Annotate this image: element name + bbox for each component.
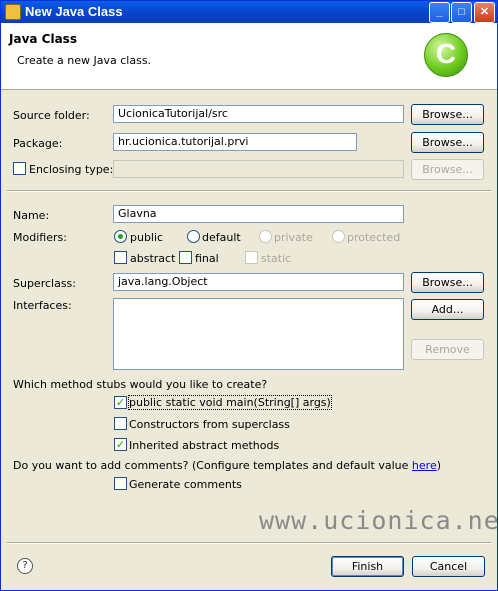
interfaces-add-button[interactable]: Add...: [411, 299, 484, 320]
superclass-browse-button[interactable]: Browse...: [411, 272, 484, 293]
configure-templates-link[interactable]: here: [412, 459, 437, 472]
generate-comments-checkbox[interactable]: [114, 477, 127, 490]
private-radio[interactable]: [259, 230, 272, 243]
protected-radio[interactable]: [332, 230, 345, 243]
interfaces-label: Interfaces:: [13, 299, 72, 312]
static-checkbox[interactable]: [245, 251, 258, 264]
cancel-button[interactable]: Cancel: [412, 556, 485, 577]
footer-separator: [7, 542, 491, 544]
maximize-button[interactable]: □: [451, 2, 472, 23]
inherited-methods-checkbox[interactable]: ✓: [114, 438, 127, 451]
help-icon[interactable]: ?: [17, 558, 33, 574]
wizard-title: Java Class: [9, 32, 77, 46]
inherited-methods-label: Inherited abstract methods: [129, 439, 280, 452]
source-folder-label: Source folder:: [13, 109, 90, 122]
title-bar[interactable]: New Java Class _ □ ✕: [1, 1, 497, 23]
name-label: Name:: [13, 209, 50, 222]
interfaces-list[interactable]: [113, 298, 404, 370]
abstract-checkbox-label: abstract: [130, 252, 176, 265]
enclosing-type-checkbox[interactable]: [13, 162, 26, 175]
enclosing-type-browse-button[interactable]: Browse...: [411, 159, 484, 180]
finish-button[interactable]: Finish: [331, 556, 404, 577]
constructors-checkbox[interactable]: [114, 417, 127, 430]
comments-question: Do you want to add comments? (Configure …: [13, 459, 441, 472]
package-input[interactable]: hr.ucionica.tutorijal.prvi: [113, 133, 357, 151]
window-title: New Java Class: [25, 4, 123, 19]
separator: [7, 190, 491, 192]
source-folder-browse-button[interactable]: Browse...: [411, 104, 484, 125]
enclosing-type-label: Enclosing type:: [29, 163, 114, 176]
main-method-label: public static void main(String[] args): [128, 395, 332, 410]
abstract-checkbox[interactable]: [114, 251, 127, 264]
default-radio-label: default: [202, 231, 241, 244]
wizard-header: Java Class Create a new Java class. C: [1, 23, 497, 90]
package-label: Package:: [13, 137, 63, 150]
public-radio[interactable]: [114, 230, 127, 243]
java-class-logo-icon: C: [424, 33, 468, 77]
window-app-icon: [5, 4, 21, 20]
enclosing-type-input[interactable]: [113, 160, 404, 178]
comments-question-text: Do you want to add comments? (Configure …: [13, 459, 412, 472]
constructors-label: Constructors from superclass: [129, 418, 290, 431]
superclass-label: Superclass:: [13, 277, 76, 290]
wizard-description: Create a new Java class.: [17, 54, 152, 67]
protected-radio-label: protected: [347, 231, 401, 244]
private-radio-label: private: [274, 231, 313, 244]
method-stubs-question: Which method stubs would you like to cre…: [13, 378, 268, 391]
minimize-button[interactable]: _: [429, 2, 450, 23]
package-browse-button[interactable]: Browse...: [411, 132, 484, 153]
watermark-text: www.ucionica.net: [259, 506, 498, 535]
generate-comments-label: Generate comments: [129, 478, 242, 491]
superclass-input[interactable]: java.lang.Object: [113, 273, 404, 291]
final-checkbox[interactable]: [179, 251, 192, 264]
source-folder-input[interactable]: UcionicaTutorijal/src: [113, 105, 404, 123]
new-java-class-dialog: New Java Class _ □ ✕ Java Class Create a…: [0, 0, 498, 591]
default-radio[interactable]: [187, 230, 200, 243]
close-button[interactable]: ✕: [474, 2, 495, 23]
static-checkbox-label: static: [261, 252, 292, 265]
name-input[interactable]: Glavna: [113, 205, 404, 223]
modifiers-label: Modifiers:: [13, 231, 67, 244]
comments-question-end: ): [436, 459, 442, 472]
final-checkbox-label: final: [195, 252, 219, 265]
logo-letter: C: [435, 38, 457, 69]
public-radio-label: public: [130, 231, 164, 244]
main-method-checkbox[interactable]: ✓: [114, 396, 127, 409]
interfaces-remove-button[interactable]: Remove: [411, 339, 484, 360]
